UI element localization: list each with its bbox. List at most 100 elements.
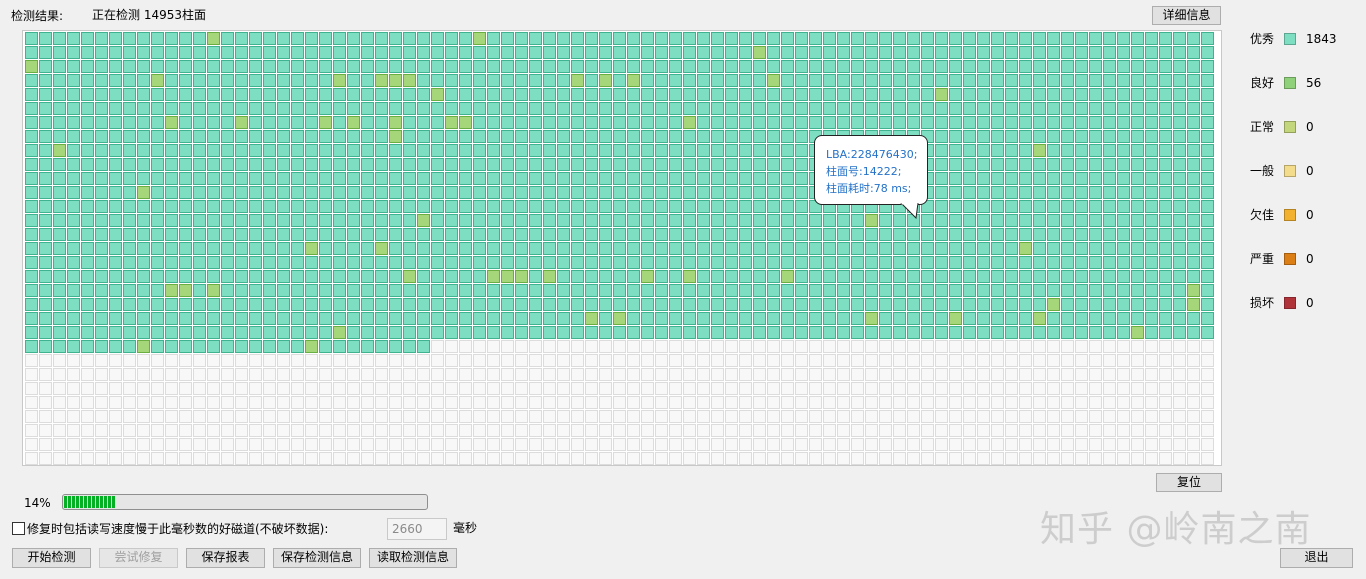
block-excellent[interactable]	[165, 144, 178, 157]
block-excellent[interactable]	[1075, 214, 1088, 227]
block-excellent[interactable]	[921, 228, 934, 241]
block-unchecked[interactable]	[599, 354, 612, 367]
block-excellent[interactable]	[949, 270, 962, 283]
block-excellent[interactable]	[305, 46, 318, 59]
block-excellent[interactable]	[1159, 228, 1172, 241]
block-excellent[interactable]	[683, 74, 696, 87]
block-excellent[interactable]	[949, 102, 962, 115]
block-excellent[interactable]	[641, 214, 654, 227]
block-excellent[interactable]	[627, 88, 640, 101]
block-unchecked[interactable]	[1061, 396, 1074, 409]
block-unchecked[interactable]	[781, 424, 794, 437]
block-excellent[interactable]	[165, 32, 178, 45]
block-good[interactable]	[25, 60, 38, 73]
block-excellent[interactable]	[1103, 214, 1116, 227]
block-excellent[interactable]	[1145, 270, 1158, 283]
block-good[interactable]	[207, 32, 220, 45]
block-unchecked[interactable]	[851, 396, 864, 409]
block-unchecked[interactable]	[67, 410, 80, 423]
block-excellent[interactable]	[557, 312, 570, 325]
block-unchecked[interactable]	[1075, 354, 1088, 367]
block-excellent[interactable]	[977, 116, 990, 129]
block-excellent[interactable]	[907, 298, 920, 311]
block-excellent[interactable]	[1117, 60, 1130, 73]
block-unchecked[interactable]	[501, 382, 514, 395]
block-unchecked[interactable]	[179, 438, 192, 451]
block-excellent[interactable]	[697, 172, 710, 185]
block-unchecked[interactable]	[1061, 452, 1074, 465]
block-excellent[interactable]	[781, 32, 794, 45]
block-unchecked[interactable]	[1131, 452, 1144, 465]
block-excellent[interactable]	[193, 228, 206, 241]
block-excellent[interactable]	[1047, 242, 1060, 255]
block-good[interactable]	[865, 312, 878, 325]
block-excellent[interactable]	[1089, 326, 1102, 339]
block-excellent[interactable]	[823, 326, 836, 339]
block-excellent[interactable]	[921, 46, 934, 59]
block-excellent[interactable]	[417, 312, 430, 325]
block-unchecked[interactable]	[991, 382, 1004, 395]
block-excellent[interactable]	[333, 88, 346, 101]
block-excellent[interactable]	[1145, 32, 1158, 45]
block-excellent[interactable]	[935, 74, 948, 87]
block-good[interactable]	[1187, 284, 1200, 297]
block-unchecked[interactable]	[25, 382, 38, 395]
block-unchecked[interactable]	[781, 410, 794, 423]
block-excellent[interactable]	[361, 340, 374, 353]
block-excellent[interactable]	[53, 200, 66, 213]
block-excellent[interactable]	[585, 242, 598, 255]
block-excellent[interactable]	[1033, 102, 1046, 115]
block-excellent[interactable]	[795, 200, 808, 213]
block-excellent[interactable]	[305, 60, 318, 73]
block-unchecked[interactable]	[991, 396, 1004, 409]
block-excellent[interactable]	[529, 88, 542, 101]
block-excellent[interactable]	[865, 102, 878, 115]
block-unchecked[interactable]	[1033, 396, 1046, 409]
block-excellent[interactable]	[767, 144, 780, 157]
block-excellent[interactable]	[669, 228, 682, 241]
block-excellent[interactable]	[403, 228, 416, 241]
block-excellent[interactable]	[431, 144, 444, 157]
block-excellent[interactable]	[781, 46, 794, 59]
block-excellent[interactable]	[151, 158, 164, 171]
block-excellent[interactable]	[67, 186, 80, 199]
block-unchecked[interactable]	[809, 410, 822, 423]
block-excellent[interactable]	[207, 102, 220, 115]
block-excellent[interactable]	[361, 60, 374, 73]
block-excellent[interactable]	[739, 46, 752, 59]
block-excellent[interactable]	[543, 32, 556, 45]
block-unchecked[interactable]	[879, 382, 892, 395]
block-excellent[interactable]	[543, 158, 556, 171]
block-unchecked[interactable]	[165, 396, 178, 409]
block-unchecked[interactable]	[907, 438, 920, 451]
block-excellent[interactable]	[375, 340, 388, 353]
block-excellent[interactable]	[347, 228, 360, 241]
block-unchecked[interactable]	[1173, 340, 1186, 353]
block-excellent[interactable]	[837, 46, 850, 59]
block-excellent[interactable]	[949, 130, 962, 143]
block-excellent[interactable]	[361, 74, 374, 87]
block-excellent[interactable]	[1201, 60, 1214, 73]
block-excellent[interactable]	[977, 298, 990, 311]
block-excellent[interactable]	[1061, 228, 1074, 241]
block-unchecked[interactable]	[543, 382, 556, 395]
block-excellent[interactable]	[1145, 284, 1158, 297]
block-unchecked[interactable]	[305, 396, 318, 409]
block-unchecked[interactable]	[515, 410, 528, 423]
block-excellent[interactable]	[1075, 228, 1088, 241]
block-excellent[interactable]	[473, 214, 486, 227]
block-excellent[interactable]	[991, 130, 1004, 143]
block-excellent[interactable]	[417, 228, 430, 241]
block-unchecked[interactable]	[445, 438, 458, 451]
block-excellent[interactable]	[1117, 32, 1130, 45]
block-excellent[interactable]	[711, 144, 724, 157]
block-excellent[interactable]	[963, 326, 976, 339]
block-unchecked[interactable]	[1061, 368, 1074, 381]
block-excellent[interactable]	[963, 228, 976, 241]
block-excellent[interactable]	[1075, 116, 1088, 129]
block-unchecked[interactable]	[641, 382, 654, 395]
block-excellent[interactable]	[1131, 242, 1144, 255]
block-excellent[interactable]	[683, 88, 696, 101]
block-excellent[interactable]	[53, 46, 66, 59]
block-excellent[interactable]	[1047, 130, 1060, 143]
